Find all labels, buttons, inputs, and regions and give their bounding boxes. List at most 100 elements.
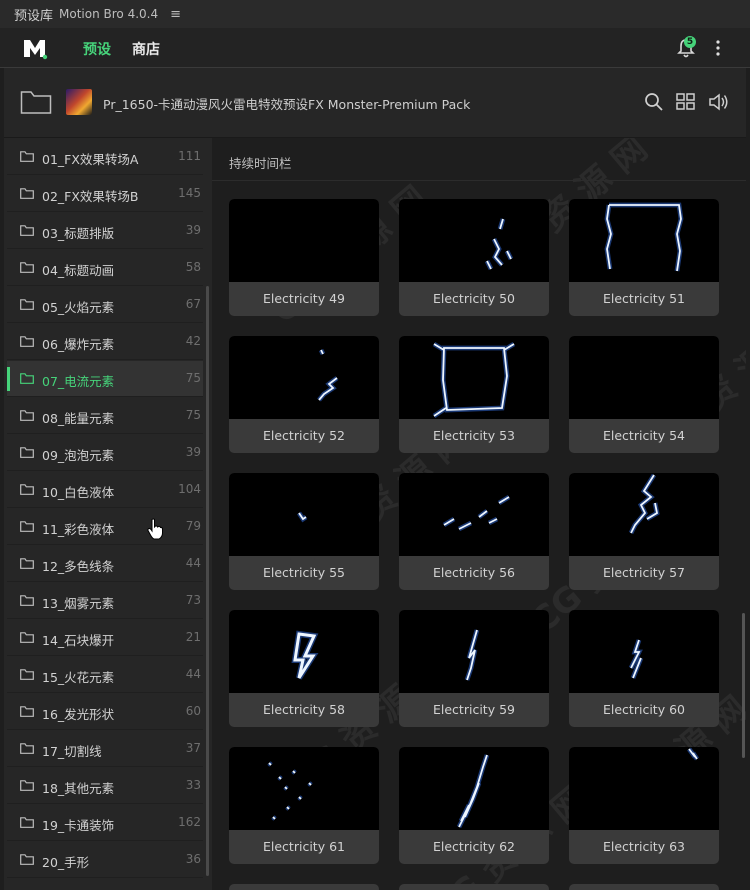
category-label: 14_石块爆开 [42, 633, 115, 648]
category-count: 44 [185, 667, 201, 681]
category-count: 39 [185, 445, 201, 459]
category-item[interactable]: 08_能量元素 75 [7, 398, 203, 434]
category-item[interactable]: 06_爆炸元素 42 [7, 324, 203, 360]
category-label: 15_火花元素 [42, 670, 115, 685]
folder-icon [20, 780, 34, 791]
category-item[interactable]: 10_白色液体 104 [7, 472, 203, 508]
preset-card[interactable]: Electricity 50 [399, 199, 549, 316]
main-scrollbar[interactable] [742, 613, 745, 758]
preset-thumbnail [229, 336, 379, 419]
category-item[interactable]: 19_卡通装饰 162 [7, 805, 203, 841]
category-count: 162 [178, 815, 201, 829]
folder-icon [20, 447, 34, 458]
preset-card[interactable]: Electricity 59 [399, 610, 549, 727]
preset-card-partial[interactable] [399, 884, 549, 890]
preset-thumbnail [399, 473, 549, 556]
category-count: 58 [185, 260, 201, 274]
preset-card[interactable]: Electricity 57 [569, 473, 719, 590]
folder-icon [20, 410, 34, 421]
category-item[interactable]: 20_手形 36 [7, 842, 203, 878]
category-label: 01_FX效果转场A [42, 152, 139, 167]
preset-card[interactable]: Electricity 62 [399, 747, 549, 864]
preset-card[interactable]: Electricity 61 [229, 747, 379, 864]
category-count: 33 [185, 778, 201, 792]
category-count: 79 [185, 519, 201, 533]
search-icon[interactable] [643, 91, 665, 113]
folder-icon [20, 225, 34, 236]
folder-icon[interactable] [20, 89, 52, 115]
pack-header: Pr_1650-卡通动漫风火雷电特效预设FX Monster-Premium P… [4, 68, 746, 138]
preset-label: Electricity 49 [263, 291, 345, 306]
category-item[interactable]: 11_彩色液体 79 [7, 509, 203, 545]
preset-card[interactable]: Electricity 58 [229, 610, 379, 727]
folder-icon [20, 373, 34, 384]
category-label: 12_多色线条 [42, 559, 115, 574]
preset-card-partial[interactable] [229, 884, 379, 890]
preset-card[interactable]: Electricity 52 [229, 336, 379, 453]
top-nav: 预设 商店 5 [0, 28, 750, 68]
category-item[interactable]: 16_发光形状 60 [7, 694, 203, 730]
category-item[interactable]: 14_石块爆开 21 [7, 620, 203, 656]
preset-label: Electricity 56 [433, 565, 515, 580]
hand-cursor-icon [147, 518, 163, 540]
category-label: 19_卡通装饰 [42, 818, 115, 833]
category-count: 73 [185, 593, 201, 607]
category-item[interactable]: 18_其他元素 33 [7, 768, 203, 804]
folder-icon [20, 817, 34, 828]
preset-card[interactable]: Electricity 63 [569, 747, 719, 864]
preset-card[interactable]: Electricity 56 [399, 473, 549, 590]
preset-card[interactable]: Electricity 51 [569, 199, 719, 316]
folder-icon [20, 188, 34, 199]
preset-card-partial[interactable] [569, 884, 719, 890]
category-item[interactable]: 07_电流元素 75 [7, 361, 203, 397]
motion-bro-logo-icon[interactable] [22, 36, 48, 60]
category-count: 44 [185, 556, 201, 570]
pack-title: Pr_1650-卡通动漫风火雷电特效预设FX Monster-Premium P… [103, 97, 471, 112]
category-item[interactable]: 17_切割线 37 [7, 731, 203, 767]
category-item[interactable]: 13_烟雾元素 73 [7, 583, 203, 619]
preset-label: Electricity 51 [603, 291, 685, 306]
preset-browser: CG 资 源 网CG 资 源 网CG 资 源 网CG 资 源 网CG 资 源 网… [212, 138, 746, 890]
volume-icon[interactable] [708, 91, 730, 113]
preset-thumbnail [569, 473, 719, 556]
preset-thumbnail [569, 747, 719, 830]
title-bar: 预设库 Motion Bro 4.0.4 ≡ [0, 0, 750, 28]
preset-card[interactable]: Electricity 49 [229, 199, 379, 316]
preset-card[interactable]: Electricity 54 [569, 336, 719, 453]
category-label: 13_烟雾元素 [42, 596, 115, 611]
preset-card[interactable]: Electricity 53 [399, 336, 549, 453]
tab-store[interactable]: 商店 [132, 39, 160, 59]
category-item[interactable]: 09_泡泡元素 39 [7, 435, 203, 471]
category-label: 06_爆炸元素 [42, 337, 115, 352]
preset-thumbnail [229, 747, 379, 830]
category-item[interactable]: 12_多色线条 44 [7, 546, 203, 582]
category-item[interactable]: 03_标题排版 39 [7, 213, 203, 249]
category-count: 21 [185, 630, 201, 644]
preset-card[interactable]: Electricity 60 [569, 610, 719, 727]
category-label: 02_FX效果转场B [42, 189, 139, 204]
category-item[interactable]: 01_FX效果转场A 111 [7, 139, 203, 175]
folder-icon [20, 521, 34, 532]
category-item[interactable]: 15_火花元素 44 [7, 657, 203, 693]
folder-icon [20, 151, 34, 162]
category-count: 145 [178, 186, 201, 200]
category-item[interactable]: 02_FX效果转场B 145 [7, 176, 203, 212]
category-label: 03_标题排版 [42, 226, 115, 241]
category-label: 09_泡泡元素 [42, 448, 115, 463]
preset-card[interactable]: Electricity 55 [229, 473, 379, 590]
category-item[interactable]: 04_标题动画 58 [7, 250, 203, 286]
preset-thumbnail [229, 199, 379, 282]
category-count: 39 [185, 223, 201, 237]
preset-label: Electricity 53 [433, 428, 515, 443]
preset-label: Electricity 60 [603, 702, 685, 717]
preset-label: Electricity 54 [603, 428, 685, 443]
more-options-icon[interactable] [712, 38, 724, 58]
preset-thumbnail [399, 199, 549, 282]
hamburger-menu-icon[interactable]: ≡ [170, 7, 181, 22]
preset-thumbnail [399, 610, 549, 693]
tab-presets[interactable]: 预设 [83, 39, 111, 59]
window-title: 预设库 [14, 8, 54, 24]
grid-view-icon[interactable] [675, 91, 697, 113]
category-item[interactable]: 05_火焰元素 67 [7, 287, 203, 323]
sidebar-scrollbar[interactable] [206, 286, 209, 876]
